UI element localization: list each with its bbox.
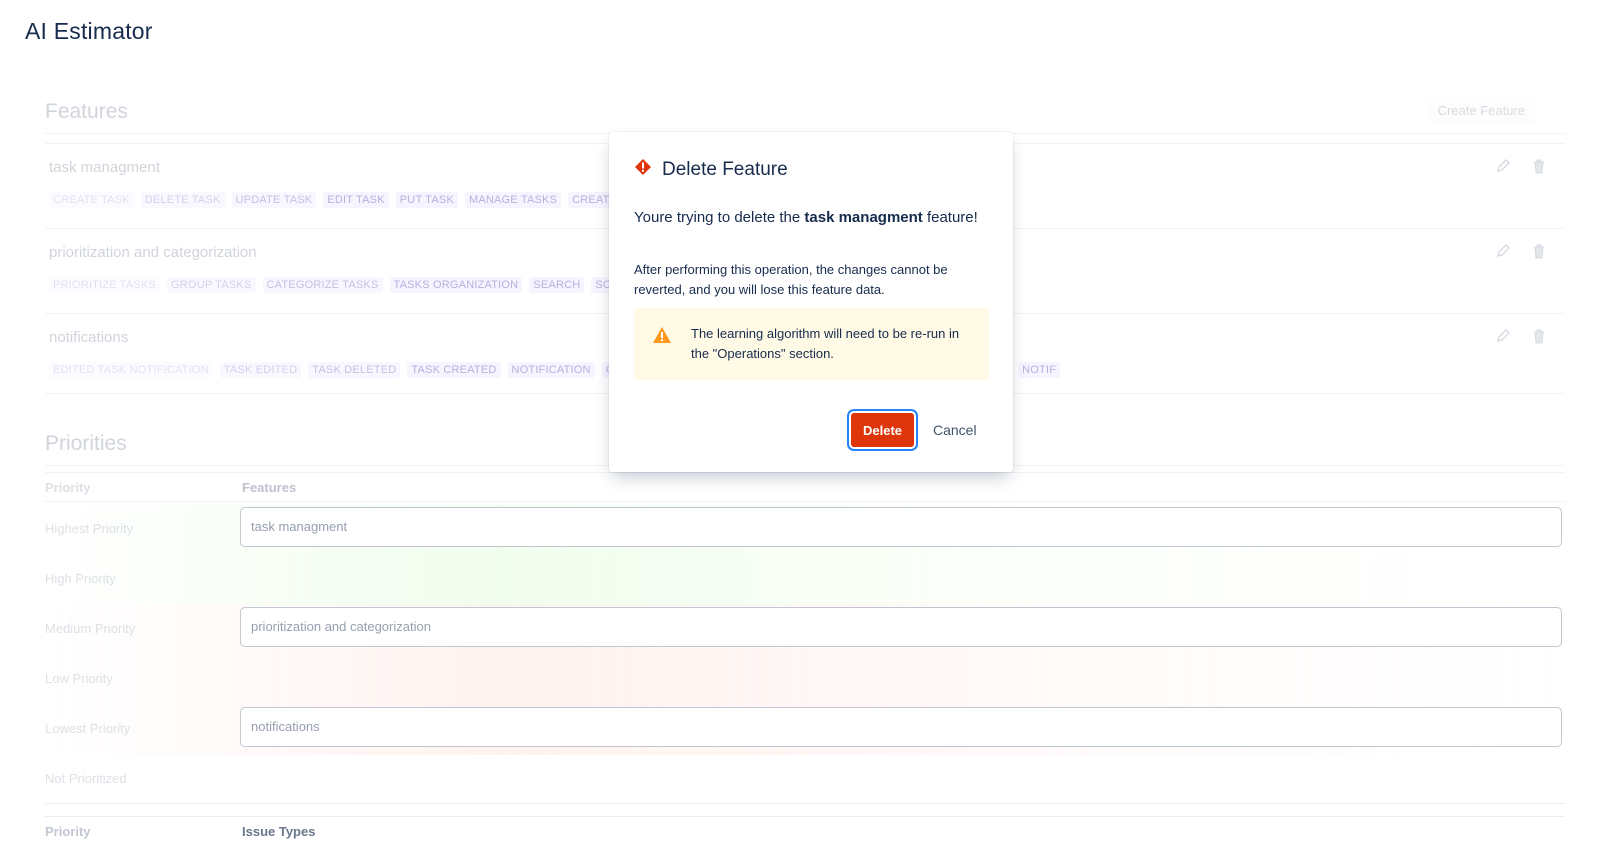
pencil-icon[interactable] [1495,328,1511,349]
feature-name-bold: task managment [804,209,923,226]
priority-label: Medium Priority [45,621,136,636]
tag: PUT TASK [395,192,458,208]
tag: MANAGE TASKS [464,192,562,208]
warning-banner: The learning algorithm will need to be r… [634,308,989,380]
priority-label: Lowest Priority [45,721,131,736]
features-column-header: Features [242,480,297,495]
feature-name: notifications [49,329,129,346]
trash-icon[interactable] [1531,328,1547,349]
trash-icon[interactable] [1531,158,1547,179]
dialog-lead: Youre trying to delete the task managmen… [634,207,994,228]
tag: TASK DELETED [308,362,401,378]
priority-label: High Priority [45,571,116,586]
tag: DELETE TASK [140,192,225,208]
tag: TASKS ORGANIZATION [389,277,523,293]
priority-label: Highest Priority [45,521,134,536]
tag: TASK CREATED [407,362,501,378]
feature-name: prioritization and categorization [49,244,257,261]
dialog-title: Delete Feature [662,158,788,180]
tag: GROUP TASKS [167,277,256,293]
lead-suffix: feature! [922,209,978,226]
priority-feature-dropzone[interactable]: notifications [240,707,1562,747]
pencil-icon[interactable] [1495,158,1511,179]
dialog-description: After performing this operation, the cha… [634,262,948,297]
cancel-button[interactable]: Cancel [924,413,986,447]
tag: NOTIF [1018,362,1061,378]
priority-feature-dropzone[interactable]: task managment [240,507,1562,547]
divider [45,803,1565,804]
feature-tags: PRIORITIZE TASKS GROUP TASKS CATEGORIZE … [49,277,631,293]
priority-column-header: Priority [45,480,91,495]
tag: EDIT TASK [323,192,389,208]
delete-feature-dialog: Delete Feature Youre trying to delete th… [609,132,1013,472]
tag: UPDATE TASK [231,192,317,208]
tag: CATEGORIZE TASKS [262,277,383,293]
issue-types-column-header: Issue Types [242,824,316,839]
trash-icon[interactable] [1531,243,1547,264]
lead-prefix: Youre trying to delete the [634,209,805,226]
warning-icon [652,326,672,349]
warning-text: The learning algorithm will need to be r… [691,326,960,361]
priorities-title: Priorities [45,432,127,455]
tag: NOTIFICATION [507,362,595,378]
priority-column-header: Priority [45,824,91,839]
error-icon [634,158,652,181]
features-title: Features [45,100,128,123]
tag: CREATE TASK [49,192,134,208]
divider [45,472,1565,473]
priority-label: Low Priority [45,671,113,686]
tag: PRIORITIZE TASKS [49,277,161,293]
pencil-icon[interactable] [1495,243,1511,264]
create-feature-button[interactable]: Create Feature [1427,98,1535,124]
tag: EDITED TASK NOTIFICATION [49,362,213,378]
feature-tags: EDITED TASK NOTIFICATION TASK EDITED TAS… [49,362,635,378]
tag: TASK EDITED [219,362,302,378]
tag: SEARCH [529,277,585,293]
feature-tags: CREATE TASK DELETE TASK UPDATE TASK EDIT… [49,192,622,208]
dialog-header: Delete Feature [634,158,788,181]
divider [45,816,1565,817]
delete-button[interactable]: Delete [851,413,915,447]
features-header: Features Create Feature [45,94,1565,134]
divider [45,501,1565,502]
feature-name: task managment [49,159,160,176]
priority-label: Not Prioritized [45,771,127,786]
priority-feature-dropzone[interactable]: prioritization and categorization [240,607,1562,647]
